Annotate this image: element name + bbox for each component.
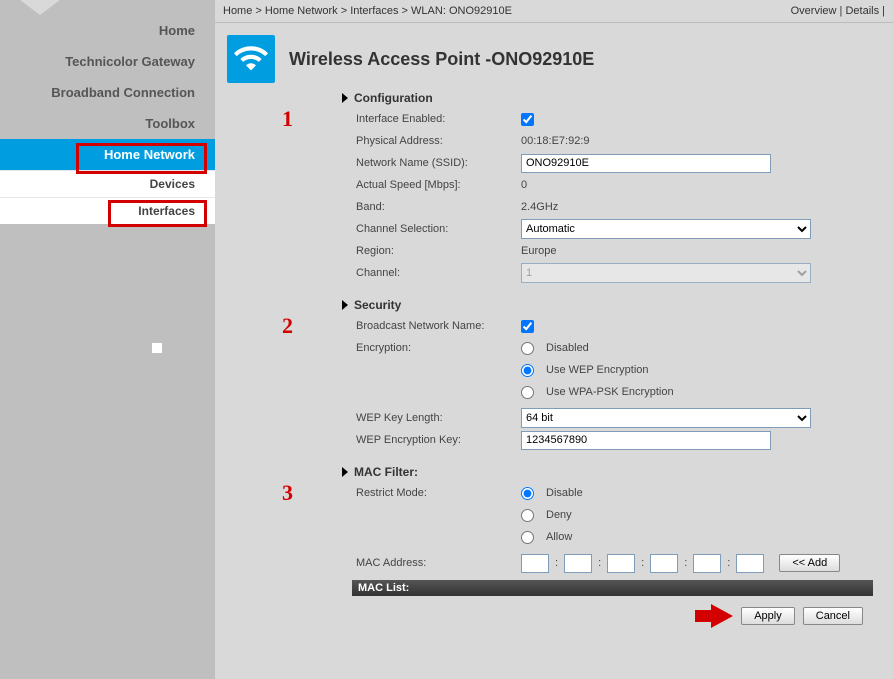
section-configuration: 1 Configuration Interface Enabled: Physi… [342,91,873,284]
crumb-interfaces[interactable]: Interfaces [350,5,398,17]
link-details[interactable]: Details [845,5,879,17]
content: Wireless Access Point -ONO92910E 1 Confi… [215,23,893,679]
mac-oct-4[interactable] [650,554,678,573]
restrict-deny-radio[interactable] [521,509,534,522]
decorative-square [152,343,162,353]
restrict-deny-label: Deny [546,509,572,521]
chevron-right-icon [342,467,348,477]
iface-enabled-checkbox[interactable] [521,113,534,126]
broadcast-checkbox[interactable] [521,320,534,333]
section-security: 2 Security Broadcast Network Name: Encry… [342,298,873,451]
enc-wpa-label: Use WPA-PSK Encryption [546,386,674,398]
chevron-right-icon [342,300,348,310]
mac-address-label: MAC Address: [356,557,521,569]
sidebar: Home Technicolor Gateway Broadband Conne… [0,0,215,679]
channel-select: 1 [521,263,811,283]
topbar: Home > Home Network > Interfaces > WLAN:… [215,0,893,23]
page-title: Wireless Access Point -ONO92910E [289,49,594,70]
mac-oct-5[interactable] [693,554,721,573]
marker-2: 2 [282,313,293,339]
encryption-label: Encryption: [356,342,521,354]
marker-3: 3 [282,480,293,506]
mac-oct-6[interactable] [736,554,764,573]
wep-keylength-select[interactable]: 64 bit [521,408,811,428]
nav-home[interactable]: Home [0,15,215,46]
notch-decoration [20,0,60,15]
nav-interfaces[interactable]: Interfaces [0,197,215,224]
wep-key-input[interactable] [521,431,771,450]
enc-wpa-radio[interactable] [521,386,534,399]
mac-oct-1[interactable] [521,554,549,573]
enc-wep-radio[interactable] [521,364,534,377]
wireless-icon [227,35,275,83]
security-heading: Security [354,298,401,312]
crumb-home-network[interactable]: Home Network [265,5,338,17]
channel-selection-select[interactable]: Automatic [521,219,811,239]
restrict-allow-radio[interactable] [521,531,534,544]
macfilter-heading: MAC Filter: [354,465,418,479]
mac-oct-2[interactable] [564,554,592,573]
region-label: Region: [356,245,521,257]
ssid-label: Network Name (SSID): [356,157,521,169]
speed-label: Actual Speed [Mbps]: [356,179,521,191]
restrict-disable-radio[interactable] [521,487,534,500]
crumb-home[interactable]: Home [223,5,252,17]
config-heading: Configuration [354,91,433,105]
band-label: Band: [356,201,521,213]
enc-disabled-label: Disabled [546,342,589,354]
section-mac-filter: 3 MAC Filter: Restrict Mode: Disable Den… [342,465,873,574]
wepkey-label: WEP Encryption Key: [356,434,521,446]
nav-toolbox[interactable]: Toolbox [0,108,215,139]
top-links: Overview | Details | [791,5,885,17]
mac-list-header: MAC List: [352,580,873,596]
enc-wep-label: Use WEP Encryption [546,364,649,376]
restrict-allow-label: Allow [546,531,572,543]
phys-addr-value: 00:18:E7:92:9 [521,135,873,147]
nav-home-network[interactable]: Home Network [0,139,215,170]
phys-addr-label: Physical Address: [356,135,521,147]
ssid-input[interactable] [521,154,771,173]
iface-enabled-label: Interface Enabled: [356,113,521,125]
wepkeylen-label: WEP Key Length: [356,412,521,424]
nav-devices[interactable]: Devices [0,170,215,197]
breadcrumb: Home > Home Network > Interfaces > WLAN:… [223,5,512,17]
restrict-label: Restrict Mode: [356,487,521,499]
action-bar: Apply Cancel [227,604,863,628]
arrow-right-icon [711,604,733,628]
chevron-right-icon [342,93,348,103]
marker-1: 1 [282,106,293,132]
channel-label: Channel: [356,267,521,279]
nav-broadband[interactable]: Broadband Connection [0,77,215,108]
add-mac-button[interactable]: << Add [779,554,840,572]
region-value: Europe [521,245,873,257]
restrict-disable-label: Disable [546,487,583,499]
nav-gateway[interactable]: Technicolor Gateway [0,46,215,77]
link-overview[interactable]: Overview [791,5,837,17]
chsel-label: Channel Selection: [356,223,521,235]
crumb-wlan[interactable]: WLAN: ONO92910E [411,5,512,17]
main-panel: Home > Home Network > Interfaces > WLAN:… [215,0,893,679]
bcast-label: Broadcast Network Name: [356,320,521,332]
mac-oct-3[interactable] [607,554,635,573]
apply-button[interactable]: Apply [741,607,795,625]
speed-value: 0 [521,179,873,191]
band-value: 2.4GHz [521,201,873,213]
cancel-button[interactable]: Cancel [803,607,863,625]
enc-disabled-radio[interactable] [521,342,534,355]
